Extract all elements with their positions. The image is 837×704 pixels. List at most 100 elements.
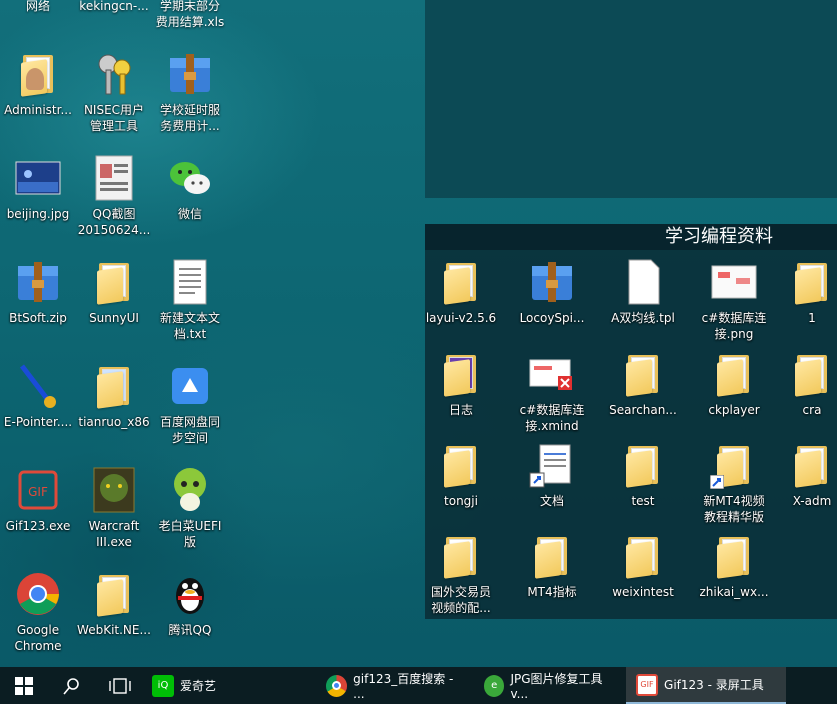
fence-item[interactable]: LocoySpi... — [514, 258, 590, 326]
taskbar-app-gif123[interactable]: GIF Gif123 - 录屏工具 — [626, 667, 787, 704]
fence-item-label: test — [631, 494, 655, 508]
fence-item[interactable]: 1 — [787, 258, 837, 326]
fence-item-label: 1 — [808, 311, 816, 325]
fence-item[interactable]: cra — [787, 350, 837, 418]
fence-item[interactable]: tongji — [423, 441, 499, 509]
taskbar-app-jpg-repair[interactable]: e JPG图片修复工具 v... — [474, 667, 626, 704]
windows-logo-icon — [15, 676, 33, 695]
fence-item[interactable]: 新MT4视频 教程精华版 — [696, 441, 772, 525]
fence-item[interactable]: layui-v2.5.6 — [423, 258, 499, 326]
folder-icon — [528, 532, 576, 580]
fence-item[interactable]: 日志 — [423, 350, 499, 418]
desktop-icon-label: 微信 — [177, 207, 202, 221]
task-view-icon — [109, 677, 131, 694]
image-file-icon — [710, 258, 758, 306]
taskbar-app-chrome[interactable]: gif123_百度搜索 - ... — [316, 667, 474, 704]
desktop-icon-school-fees[interactable]: 学校延时服 务费用计... — [152, 50, 228, 134]
desktop-icon-label: 新建文本文 档.txt — [159, 311, 220, 341]
desktop-icon-wechat[interactable]: 微信 — [152, 154, 228, 222]
taskbar-iqiyi[interactable]: iQ 爱奇艺 — [144, 667, 226, 704]
fence-item[interactable]: c#数据库连 接.png — [696, 258, 772, 342]
fence-item[interactable]: zhikai_wx... — [696, 532, 772, 600]
search-button[interactable] — [48, 667, 96, 704]
fence-item-label: layui-v2.5.6 — [425, 311, 497, 325]
folder-icon — [619, 441, 667, 489]
gif123-icon: GIF — [14, 466, 62, 514]
desktop-icon-tianruo[interactable]: tianruo_x86 — [76, 362, 152, 430]
desktop-icon-webkit[interactable]: WebKit.NE... — [76, 570, 152, 638]
desktop-icon-nisec[interactable]: NISEC用户 管理工具 — [76, 50, 152, 134]
fence-item[interactable]: A双均线.tpl — [605, 258, 681, 326]
desktop-icon-sunnyui[interactable]: SunnyUI — [76, 258, 152, 326]
desktop-icon-e-pointer[interactable]: E-Pointer.... — [0, 362, 76, 430]
keys-icon — [90, 50, 138, 98]
desktop-icon-label: 老白菜UEFI 版 — [158, 519, 222, 549]
desktop-icon-label: QQ截图 20150624... — [77, 207, 151, 237]
fence-item-label: Searchan... — [609, 403, 677, 417]
folder-shortcut-icon — [710, 441, 758, 489]
desktop-icon-cabbage[interactable]: 老白菜UEFI 版 — [152, 466, 228, 550]
fence-title[interactable]: 学习编程资料 — [425, 224, 837, 250]
desktop-icon-new-text[interactable]: 新建文本文 档.txt — [152, 258, 228, 342]
folder-icon — [619, 532, 667, 580]
fence-item[interactable]: MT4指标 — [514, 532, 590, 600]
fence-item-label: 国外交易员 视频的配... — [430, 585, 491, 615]
desktop-icon-label: beijing.jpg — [6, 207, 70, 221]
warcraft-icon — [90, 466, 138, 514]
folder-icon — [90, 570, 138, 618]
desktop-icon-label: 腾讯QQ — [168, 623, 212, 637]
task-view-button[interactable] — [96, 667, 144, 704]
fence-item-label: 日志 — [448, 403, 473, 417]
desktop-icon-network-label[interactable]: 网络 — [0, 0, 76, 14]
fence-item[interactable]: ckplayer — [696, 350, 772, 418]
xmind-file-icon — [528, 350, 576, 398]
desktop-icon-qq-screenshot[interactable]: QQ截图 20150624... — [76, 154, 152, 238]
desktop-icon-beijing[interactable]: beijing.jpg — [0, 154, 76, 222]
user-folder-icon — [14, 50, 62, 98]
taskbar: iQ 爱奇艺 gif123_百度搜索 - ... e JPG图片修复工具 v..… — [0, 667, 837, 704]
folder-icon — [710, 532, 758, 580]
fence-item[interactable]: X-adm — [787, 441, 837, 509]
gif123-icon: GIF — [636, 673, 659, 696]
desktop-icon-administrator[interactable]: Administr... — [0, 50, 76, 118]
fence-item-label: ckplayer — [708, 403, 760, 417]
fence-item[interactable]: Searchan... — [605, 350, 681, 418]
fence-item-label: A双均线.tpl — [611, 311, 675, 325]
folder-icon — [437, 532, 485, 580]
start-button[interactable] — [0, 667, 48, 704]
taskbar-app-label: Gif123 - 录屏工具 — [664, 678, 764, 692]
desktop-icon-kekingcn-label[interactable]: kekingcn-... — [76, 0, 152, 14]
desktop-icon-chrome[interactable]: Google Chrome — [0, 570, 76, 654]
desktop-icon-warcraft[interactable]: Warcraft III.exe — [76, 466, 152, 550]
desktop-icon-qq[interactable]: 腾讯QQ — [152, 570, 228, 638]
fence-item-label: weixintest — [612, 585, 674, 599]
desktop-icon-label: 学校延时服 务费用计... — [159, 103, 220, 133]
taskbar-app-label: gif123_百度搜索 - ... — [353, 672, 454, 701]
baidu-netdisk-icon — [166, 362, 214, 410]
fence-item[interactable]: 文档 — [514, 441, 590, 509]
folder-icon — [437, 258, 485, 306]
fence-item[interactable]: c#数据库连 接.xmind — [514, 350, 590, 434]
desktop-icon-label: E-Pointer.... — [3, 415, 73, 429]
desktop-icon-label: tianruo_x86 — [78, 415, 150, 429]
desktop-icon-label: Gif123.exe — [5, 519, 71, 533]
folder-icon — [788, 441, 836, 489]
fence-item[interactable]: test — [605, 441, 681, 509]
desktop-icon-baidu-netdisk[interactable]: 百度网盘同 步空间 — [152, 362, 228, 446]
desktop-icon-btsoft[interactable]: BtSoft.zip — [0, 258, 76, 326]
fence-item[interactable]: weixintest — [605, 532, 681, 600]
desktop-icon-xls-label[interactable]: 学期末部分 费用结算.xls — [152, 0, 228, 30]
taskbar-app-label: JPG图片修复工具 v... — [510, 672, 603, 701]
desktop-icon-label: WebKit.NE... — [77, 623, 151, 637]
folder-icon — [90, 362, 138, 410]
image-file-icon — [14, 154, 62, 202]
desktop-dark-region — [425, 0, 837, 198]
desktop-icon-label: NISEC用户 管理工具 — [83, 103, 145, 133]
desktop-icon-gif123[interactable]: GIF Gif123.exe — [0, 466, 76, 534]
pointer-tool-icon — [14, 362, 62, 410]
fence-item[interactable]: 国外交易员 视频的配... — [423, 532, 499, 616]
desktop-icon-label: BtSoft.zip — [9, 311, 67, 325]
chrome-icon — [14, 570, 62, 618]
folder-icon — [788, 258, 836, 306]
fence-item-label: 文档 — [539, 494, 564, 508]
